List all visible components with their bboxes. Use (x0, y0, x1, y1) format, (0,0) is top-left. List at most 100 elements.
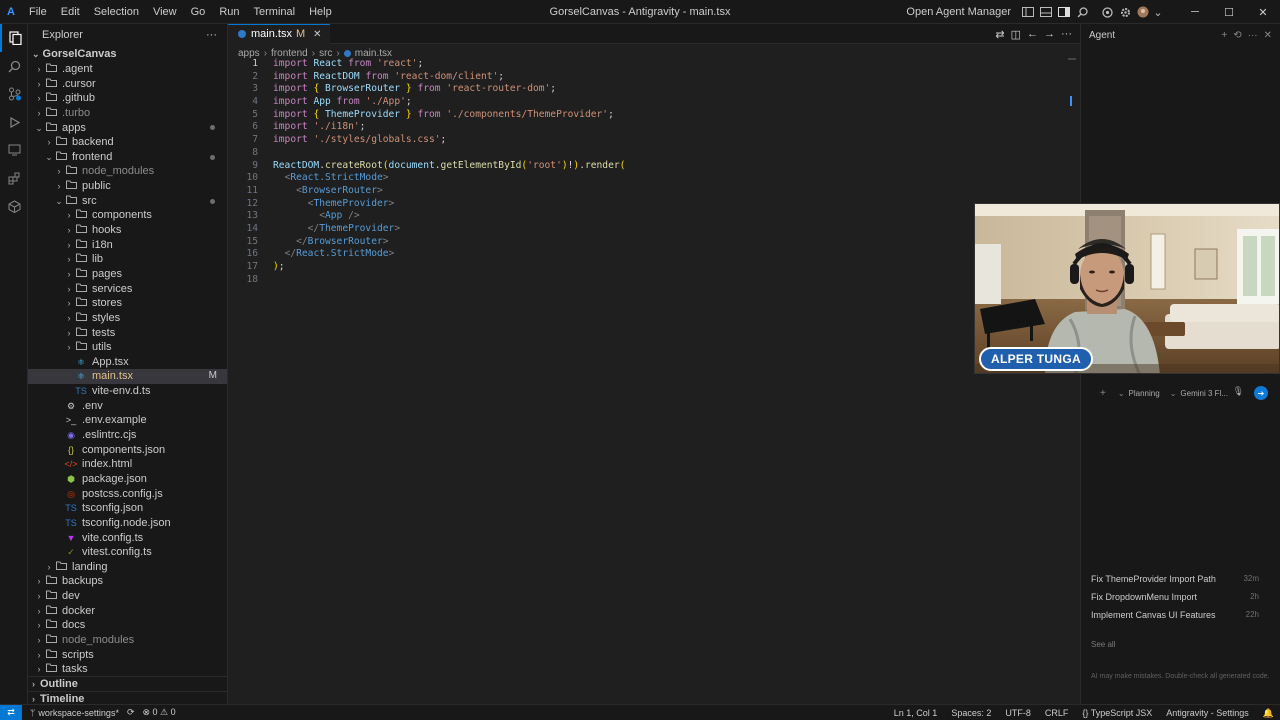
code-line[interactable]: 8 (228, 147, 1080, 160)
code-line[interactable]: 14 </ThemeProvider> (228, 223, 1080, 236)
close-icon[interactable]: ✕ (1264, 30, 1272, 41)
menu-run[interactable]: Run (212, 0, 246, 24)
new-chat-icon[interactable]: + (1221, 30, 1227, 41)
send-button[interactable]: ➔ (1254, 386, 1268, 400)
go-back-icon[interactable]: ← (1027, 28, 1038, 40)
folder-item[interactable]: › components (28, 208, 227, 223)
encoding-status[interactable]: UTF-8 (1005, 708, 1031, 718)
code-line[interactable]: 4 import App from './App'; (228, 96, 1080, 109)
conversation-item[interactable]: Fix ThemeProvider Import Path 32m (1091, 574, 1259, 584)
see-all-link[interactable]: See all (1091, 640, 1115, 649)
source-control-icon[interactable] (0, 80, 28, 108)
file-item[interactable]: TS tsconfig.json (28, 501, 227, 516)
search-icon[interactable] (0, 52, 28, 80)
split-editor-icon[interactable]: ◫ (1011, 28, 1021, 41)
layout-sidebar-left-icon[interactable] (1020, 4, 1036, 20)
chevron-down-icon[interactable]: ⌄ (1153, 4, 1163, 20)
code-line[interactable]: 5 import { ThemeProvider } from './compon… (228, 109, 1080, 122)
folder-item[interactable]: › lib (28, 252, 227, 267)
menu-help[interactable]: Help (302, 0, 339, 24)
file-item[interactable]: TS vite-env.d.ts (28, 384, 227, 399)
folder-item[interactable]: › node_modules (28, 164, 227, 179)
tab-main-tsx[interactable]: main.tsx M ✕ (228, 23, 330, 44)
layout-panel-icon[interactable] (1038, 4, 1054, 20)
cursor-position-status[interactable]: Ln 1, Col 1 (894, 708, 938, 718)
more-actions-icon[interactable]: ··· (1061, 28, 1072, 40)
add-context-button[interactable]: + (1100, 388, 1106, 399)
code-line[interactable]: 16 </React.StrictMode> (228, 248, 1080, 261)
more-actions-icon[interactable]: ··· (1248, 30, 1258, 41)
file-item[interactable]: ✓ vitest.config.ts (28, 545, 227, 560)
open-changes-icon[interactable]: ⇄ (995, 28, 1004, 41)
folder-item[interactable]: › scripts (28, 648, 227, 663)
folder-item[interactable]: › tasks (28, 662, 227, 677)
folder-item[interactable]: ⌄ frontend (28, 150, 227, 165)
folder-item[interactable]: › backend (28, 135, 227, 150)
code-line[interactable]: 6 import './i18n'; (228, 121, 1080, 134)
language-mode-status[interactable]: {} TypeScript JSX (1082, 708, 1152, 718)
folder-item[interactable]: › .cursor (28, 77, 227, 92)
workspace-root[interactable]: ⌄ GorselCanvas (28, 47, 227, 62)
close-icon[interactable]: ✕ (313, 29, 321, 40)
explorer-files-icon[interactable] (0, 24, 28, 52)
code-editor[interactable]: 1 import React from 'react'; 2 import React… (228, 58, 1080, 286)
agents-cube-icon[interactable] (0, 192, 28, 220)
code-line[interactable]: 15 </BrowserRouter> (228, 236, 1080, 249)
notifications-bell-icon[interactable]: 🔔 (1263, 708, 1274, 719)
folder-item[interactable]: › .agent (28, 62, 227, 77)
folder-item[interactable]: › styles (28, 311, 227, 326)
conversation-item[interactable]: Implement Canvas UI Features 22h (1091, 610, 1259, 620)
file-item[interactable]: ⚛ main.tsx M (28, 369, 227, 385)
folder-item[interactable]: › docker (28, 604, 227, 619)
code-line[interactable]: 12 <ThemeProvider> (228, 198, 1080, 211)
folder-item[interactable]: ⌄ apps (28, 121, 227, 136)
account-avatar-icon[interactable] (1135, 4, 1151, 20)
eol-status[interactable]: CRLF (1045, 708, 1069, 718)
folder-item[interactable]: › pages (28, 267, 227, 282)
model-select[interactable]: Gemini 3 Fl... (1180, 389, 1228, 398)
folder-item[interactable]: › stores (28, 296, 227, 311)
gear-icon[interactable] (1117, 4, 1133, 20)
microphone-icon[interactable]: 🎙 (1233, 386, 1244, 397)
folder-item[interactable]: ⌄ src (28, 194, 227, 209)
conversation-item[interactable]: Fix DropdownMenu Import 2h (1091, 592, 1259, 602)
code-line[interactable]: 3 import { BrowserRouter } from 'react-ro… (228, 83, 1080, 96)
indentation-status[interactable]: Spaces: 2 (951, 708, 991, 718)
settings-status[interactable]: Antigravity - Settings (1166, 708, 1249, 718)
remote-explorer-icon[interactable] (0, 136, 28, 164)
breadcrumb-file[interactable]: main.tsx (355, 48, 392, 59)
scrollbar-indicator[interactable] (1070, 96, 1072, 106)
branch-status[interactable]: ᛘ workspace-settings* (30, 708, 119, 718)
run-debug-icon[interactable] (0, 108, 28, 136)
maximize-button[interactable]: ☐ (1212, 6, 1246, 19)
remote-indicator-icon[interactable]: ⇄ (0, 704, 22, 720)
browser-icon[interactable] (1099, 4, 1115, 20)
close-window-button[interactable]: ✕ (1246, 6, 1280, 19)
file-item[interactable]: ⬢ package.json (28, 472, 227, 487)
code-line[interactable]: 1 import React from 'react'; (228, 58, 1080, 71)
file-item[interactable]: >_ .env.example (28, 413, 227, 428)
extensions-icon[interactable] (0, 164, 28, 192)
folder-item[interactable]: › utils (28, 340, 227, 355)
layout-sidebar-right-icon[interactable] (1056, 4, 1072, 20)
menu-selection[interactable]: Selection (87, 0, 146, 24)
folder-item[interactable]: › node_modules (28, 633, 227, 648)
breadcrumb-frontend[interactable]: frontend (271, 48, 308, 59)
code-line[interactable]: 10 <React.StrictMode> (228, 172, 1080, 185)
menu-terminal[interactable]: Terminal (247, 0, 303, 24)
menu-file[interactable]: File (22, 0, 54, 24)
breadcrumb-apps[interactable]: apps (238, 48, 260, 59)
history-icon[interactable]: ⟲ (1233, 30, 1241, 41)
more-actions-icon[interactable]: ··· (206, 29, 217, 41)
file-item[interactable]: </> index.html (28, 457, 227, 472)
file-item[interactable]: ▼ vite.config.ts (28, 531, 227, 546)
code-line[interactable]: 13 <App /> (228, 210, 1080, 223)
menu-go[interactable]: Go (184, 0, 213, 24)
code-line[interactable]: 11 <BrowserRouter> (228, 185, 1080, 198)
folder-item[interactable]: › dev (28, 589, 227, 604)
folder-item[interactable]: › landing (28, 560, 227, 575)
minimize-button[interactable]: ─ (1178, 6, 1212, 18)
folder-item[interactable]: › .github (28, 91, 227, 106)
code-line[interactable]: 17); (228, 261, 1080, 274)
outline-section[interactable]: › Outline (28, 676, 227, 691)
